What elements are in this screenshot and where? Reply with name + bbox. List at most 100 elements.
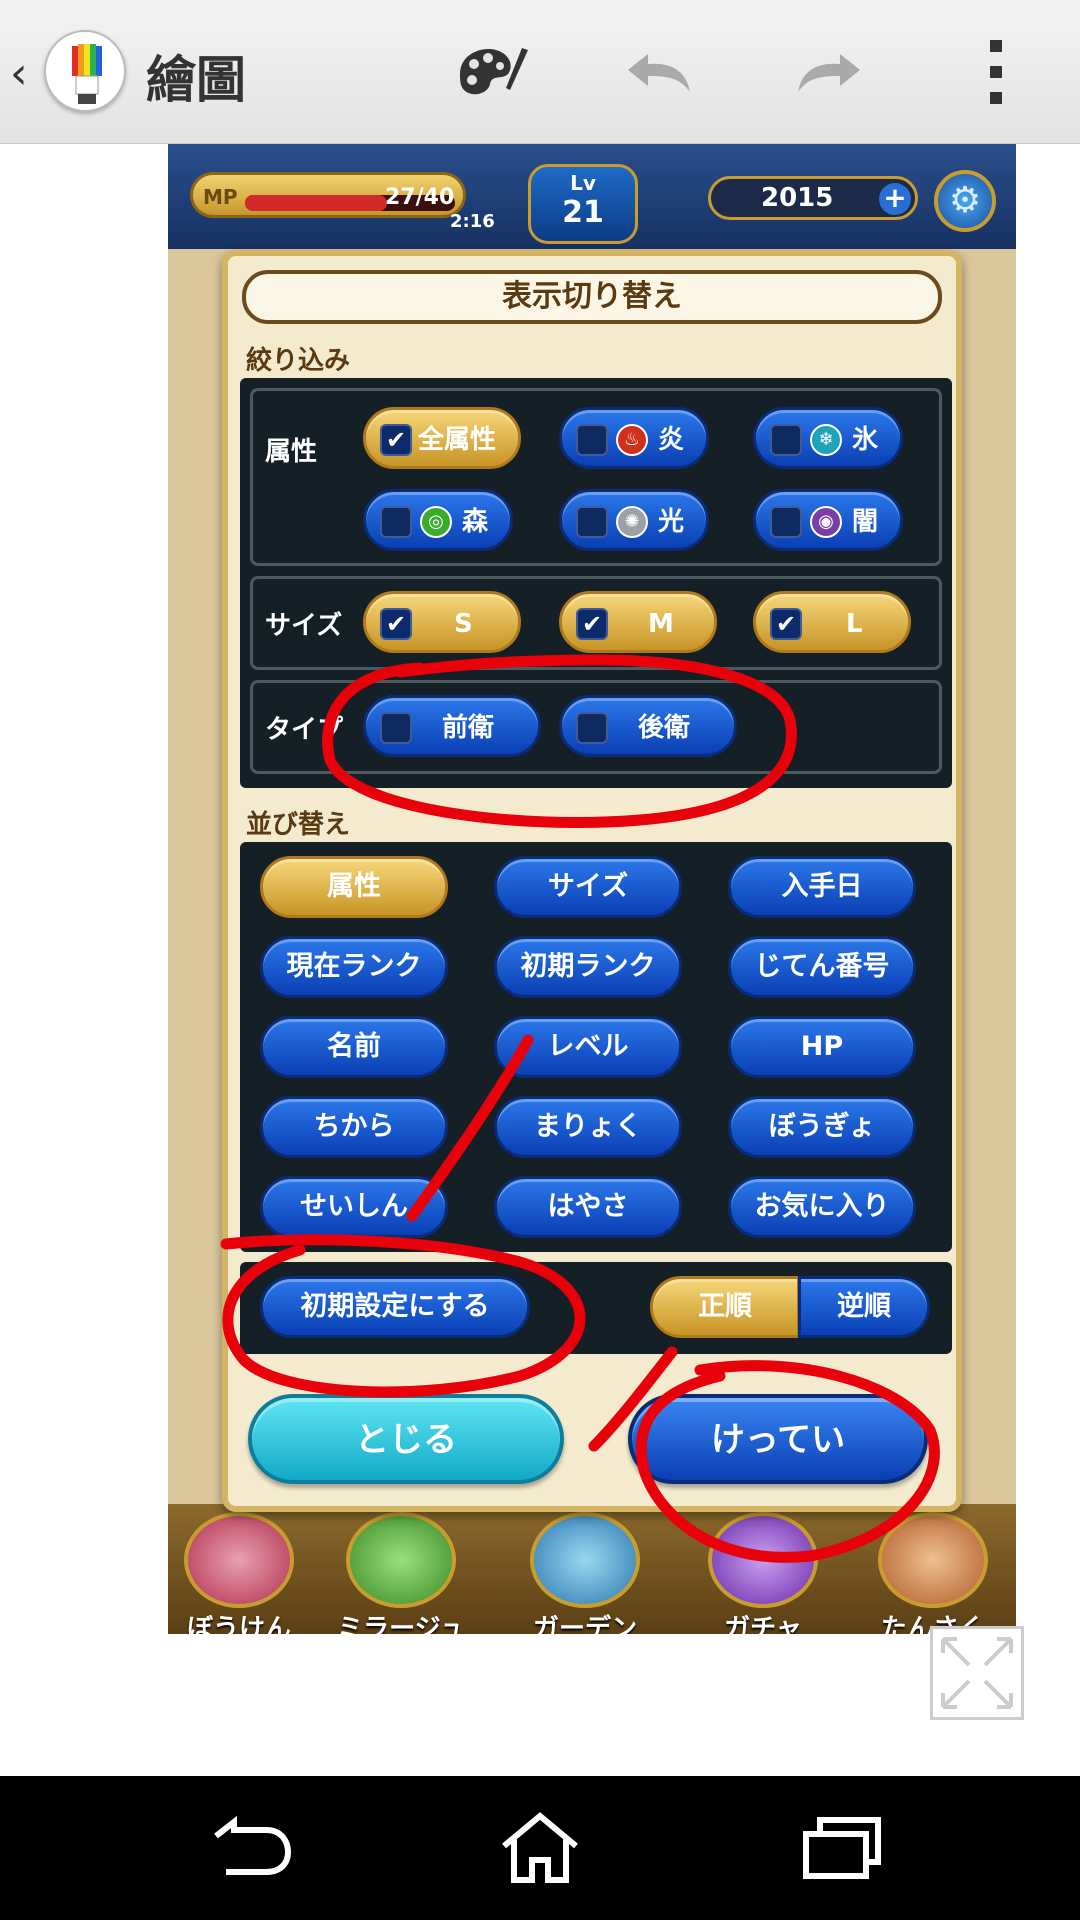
- nav-explore[interactable]: たんさく: [868, 1512, 998, 1634]
- close-button[interactable]: とじる: [248, 1394, 564, 1484]
- sort-option-button[interactable]: お気に入り: [728, 1176, 916, 1238]
- app-title: 繪圖: [146, 51, 246, 109]
- explore-icon: [878, 1512, 988, 1608]
- level-badge: Lv 21: [528, 164, 638, 244]
- chevron-left-icon[interactable]: ‹: [10, 48, 28, 99]
- sort-option-button[interactable]: せいしん: [260, 1176, 448, 1238]
- checkbox-checked-icon: ✔: [770, 608, 802, 640]
- redo-icon[interactable]: [788, 40, 868, 104]
- garden-icon: [530, 1512, 640, 1608]
- ice-element-icon: ❄: [810, 424, 842, 456]
- forest-element-icon: ◎: [420, 506, 452, 538]
- filter-all-attributes[interactable]: ✔ 全属性: [363, 407, 521, 469]
- filter-dark[interactable]: ◉ 闇: [753, 489, 903, 551]
- filter-label: 森: [462, 507, 489, 537]
- mp-bar: 27/40 2:16: [245, 185, 495, 232]
- filter-fire[interactable]: ♨ 炎: [559, 407, 709, 469]
- sort-panel: 属性 サイズ 入手日現在ランク 初期ランク じてん番号名前 レベル HP ちから まりょく ぼうぎ…: [240, 842, 952, 1252]
- sort-option-button[interactable]: じてん番号: [728, 936, 916, 998]
- type-filter-group: タイプ 前衛 後衛: [250, 680, 942, 774]
- filter-label: 全属性: [418, 425, 497, 455]
- home-icon[interactable]: [490, 1812, 590, 1884]
- checkbox-empty-icon: [380, 506, 412, 538]
- level-value: 21: [562, 195, 604, 230]
- sort-option-button[interactable]: レベル: [494, 1016, 682, 1078]
- game-status-bar: MP 27/40 2:16 Lv 21 2015 + ⚙: [168, 144, 1016, 249]
- checkbox-empty-icon: [770, 506, 802, 538]
- marker-rainbow-icon: [72, 44, 102, 104]
- add-gems-button[interactable]: +: [879, 183, 911, 215]
- light-element-icon: ✺: [616, 506, 648, 538]
- sort-option-button[interactable]: HP: [728, 1016, 916, 1078]
- checkbox-checked-icon: ✔: [380, 424, 412, 456]
- filter-light[interactable]: ✺ 光: [559, 489, 709, 551]
- mirage-icon: [346, 1512, 456, 1608]
- nav-label: ミラージュ: [337, 1614, 465, 1634]
- confirm-button[interactable]: けってい: [628, 1394, 928, 1484]
- palette-icon[interactable]: [452, 40, 532, 104]
- filter-size-l[interactable]: ✔ L: [753, 591, 911, 653]
- dialog-title: 表示切り替え: [242, 270, 942, 324]
- checkbox-empty-icon: [770, 424, 802, 456]
- sort-option-button[interactable]: 入手日: [728, 856, 916, 918]
- sort-option-button[interactable]: 初期ランク: [494, 936, 682, 998]
- filter-label: M: [648, 609, 674, 639]
- filter-label: L: [846, 609, 863, 639]
- sort-option-button[interactable]: ちから: [260, 1096, 448, 1158]
- filter-panel: 属性 ✔ 全属性 ♨ 炎 ❄ 氷 ◎ 森 ✺ 光 ◉ 闇 サイズ ✔ S ✔ M…: [240, 378, 952, 788]
- order-ascending-button[interactable]: 正順: [650, 1276, 800, 1338]
- attribute-label: 属性: [265, 437, 318, 467]
- attribute-filter-group: 属性 ✔ 全属性 ♨ 炎 ❄ 氷 ◎ 森 ✺ 光 ◉ 闇: [250, 388, 942, 566]
- nav-gacha[interactable]: ガチャ: [698, 1512, 828, 1634]
- filter-label: 後衛: [638, 713, 691, 743]
- sort-order-panel: 初期設定にする 正順 逆順: [240, 1262, 952, 1354]
- adventure-icon: [184, 1512, 294, 1608]
- sort-option-button[interactable]: まりょく: [494, 1096, 682, 1158]
- zoom-fit-button[interactable]: [930, 1626, 1024, 1720]
- nav-adventure[interactable]: ぼうけん: [174, 1512, 304, 1634]
- checkbox-empty-icon: [576, 424, 608, 456]
- app-logo[interactable]: [44, 30, 126, 112]
- filter-type-front[interactable]: 前衛: [363, 695, 541, 757]
- display-settings-dialog: 表示切り替え 絞り込み 属性 ✔ 全属性 ♨ 炎 ❄ 氷 ◎ 森 ✺ 光 ◉ 闇…: [222, 250, 962, 1512]
- level-label: Lv: [570, 171, 596, 195]
- undo-icon[interactable]: [620, 40, 700, 104]
- size-label: サイズ: [265, 611, 343, 641]
- type-label: タイプ: [265, 715, 344, 745]
- sort-section-label: 並び替え: [246, 810, 351, 840]
- filter-label: 光: [658, 507, 685, 537]
- sort-option-button[interactable]: はやさ: [494, 1176, 682, 1238]
- sort-option-button[interactable]: サイズ: [494, 856, 682, 918]
- filter-size-s[interactable]: ✔ S: [363, 591, 521, 653]
- filter-size-m[interactable]: ✔ M: [559, 591, 717, 653]
- gem-counter: 2015 +: [708, 176, 918, 220]
- nav-label: ガーデン: [532, 1614, 637, 1634]
- filter-label: 闇: [852, 507, 879, 537]
- checkbox-empty-icon: [380, 712, 412, 744]
- sort-option-button[interactable]: 現在ランク: [260, 936, 448, 998]
- size-filter-group: サイズ ✔ S ✔ M ✔ L: [250, 576, 942, 670]
- sort-option-button[interactable]: 属性: [260, 856, 448, 918]
- sort-option-button[interactable]: 名前: [260, 1016, 448, 1078]
- overflow-menu-icon[interactable]: [956, 40, 1036, 104]
- recent-apps-icon[interactable]: [790, 1812, 890, 1884]
- order-descending-button[interactable]: 逆順: [798, 1276, 930, 1338]
- dark-element-icon: ◉: [810, 506, 842, 538]
- checkbox-checked-icon: ✔: [380, 608, 412, 640]
- filter-label: 炎: [658, 425, 685, 455]
- filter-type-back[interactable]: 後衛: [559, 695, 737, 757]
- settings-gear-icon[interactable]: ⚙: [934, 170, 996, 232]
- sort-option-button[interactable]: ぼうぎょ: [728, 1096, 916, 1158]
- filter-forest[interactable]: ◎ 森: [363, 489, 513, 551]
- filter-section-label: 絞り込み: [246, 346, 351, 376]
- back-icon[interactable]: [196, 1812, 296, 1884]
- nav-garden[interactable]: ガーデン: [520, 1512, 650, 1634]
- nav-label: ぼうけん: [186, 1614, 291, 1634]
- nav-mirage[interactable]: ミラージュ: [336, 1512, 466, 1634]
- filter-ice[interactable]: ❄ 氷: [753, 407, 903, 469]
- filter-label: 氷: [852, 425, 879, 455]
- mp-gauge: MP 27/40 2:16: [190, 172, 495, 232]
- system-navigation-bar: [0, 1776, 1080, 1920]
- gem-count: 2015: [761, 183, 834, 213]
- reset-defaults-button[interactable]: 初期設定にする: [260, 1276, 530, 1338]
